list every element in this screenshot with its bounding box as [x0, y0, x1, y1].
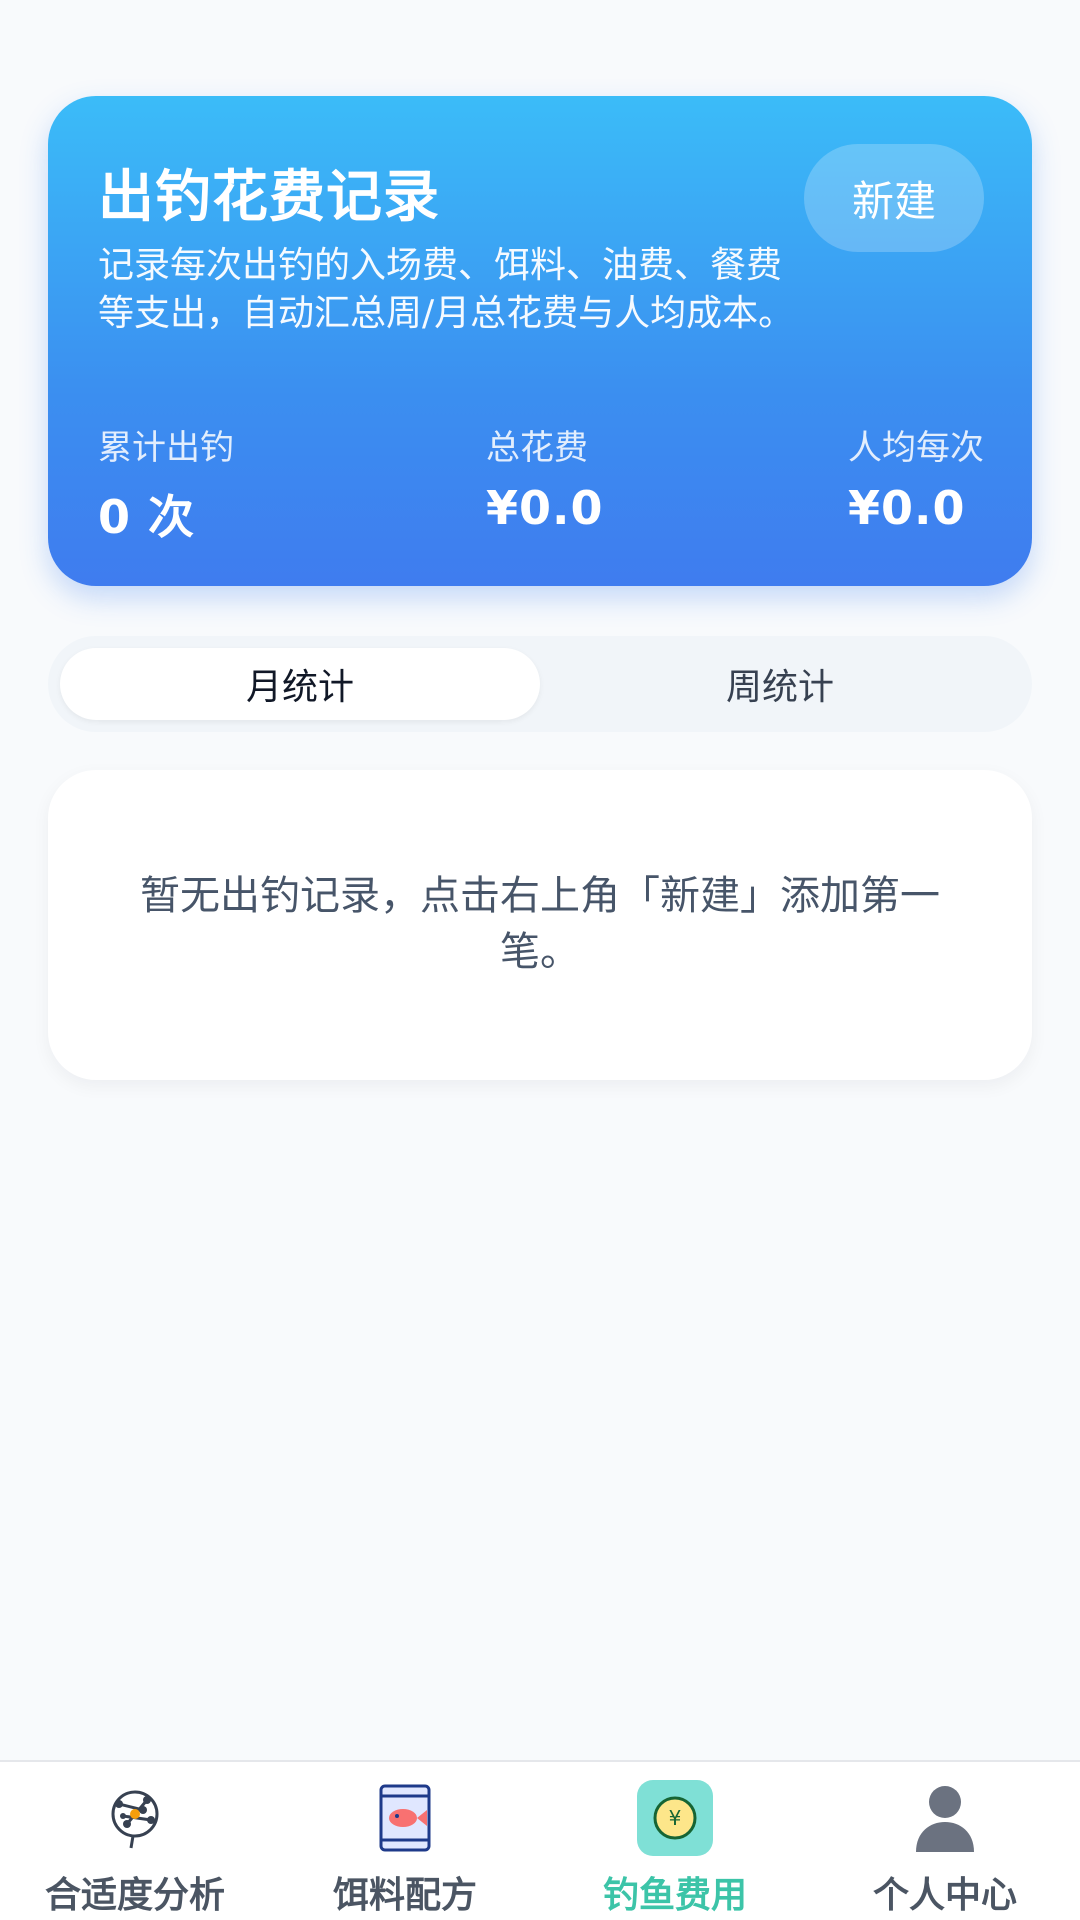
- user-avatar-icon: [905, 1778, 985, 1858]
- nav-label: 饵料配方: [332, 1875, 477, 1916]
- stat-value: 0 次: [98, 490, 196, 544]
- stat-label: 总花费: [486, 428, 588, 468]
- bottom-nav: 合适度分析 饵料配方 ¥ 钓鱼费用 个人中心: [0, 1760, 1080, 1920]
- stat-total-trips: 累计出钓 0 次: [98, 420, 234, 547]
- nav-item-fishing-cost[interactable]: ¥ 钓鱼费用: [540, 1762, 810, 1920]
- new-record-button[interactable]: 新建: [804, 144, 984, 252]
- stat-avg-cost: 人均每次 ¥0.0: [848, 420, 984, 535]
- page-description: 记录每次出钓的入场费、饵料、油费、餐费等支出，自动汇总周/月总花费与人均成本。: [98, 245, 795, 334]
- stat-label: 人均每次: [848, 428, 984, 468]
- nav-label: 合适度分析: [44, 1875, 225, 1916]
- page-title: 出钓花费记录: [98, 165, 440, 230]
- stat-total-cost: 总花费 ¥0.0: [486, 420, 604, 535]
- nav-item-profile[interactable]: 个人中心: [810, 1762, 1080, 1920]
- nav-label: 钓鱼费用: [602, 1875, 747, 1916]
- network-brain-icon: [95, 1778, 175, 1858]
- fish-bait-bag-icon: [365, 1778, 445, 1858]
- nav-label: 个人中心: [872, 1875, 1017, 1916]
- stat-value: ¥0.0: [486, 481, 604, 535]
- stat-value: ¥0.0: [848, 481, 966, 535]
- nav-item-suitability[interactable]: 合适度分析: [0, 1762, 270, 1920]
- empty-state-message: 暂无出钓记录，点击右上角「新建」添加第一笔。: [140, 873, 940, 975]
- stat-label: 累计出钓: [98, 428, 234, 468]
- summary-card: 出钓花费记录 记录每次出钓的入场费、饵料、油费、餐费等支出，自动汇总周/月总花费…: [48, 96, 1032, 586]
- svg-text:¥: ¥: [669, 1806, 682, 1830]
- stats-tab-switcher: 月统计 周统计: [48, 636, 1032, 732]
- records-list-empty: 暂无出钓记录，点击右上角「新建」添加第一笔。: [48, 770, 1032, 1080]
- tab-weekly[interactable]: 周统计: [540, 648, 1020, 720]
- yen-coin-icon: ¥: [635, 1778, 715, 1858]
- tab-monthly[interactable]: 月统计: [60, 648, 540, 720]
- page: 出钓花费记录 记录每次出钓的入场费、饵料、油费、餐费等支出，自动汇总周/月总花费…: [0, 0, 1080, 1920]
- nav-item-bait[interactable]: 饵料配方: [270, 1762, 540, 1920]
